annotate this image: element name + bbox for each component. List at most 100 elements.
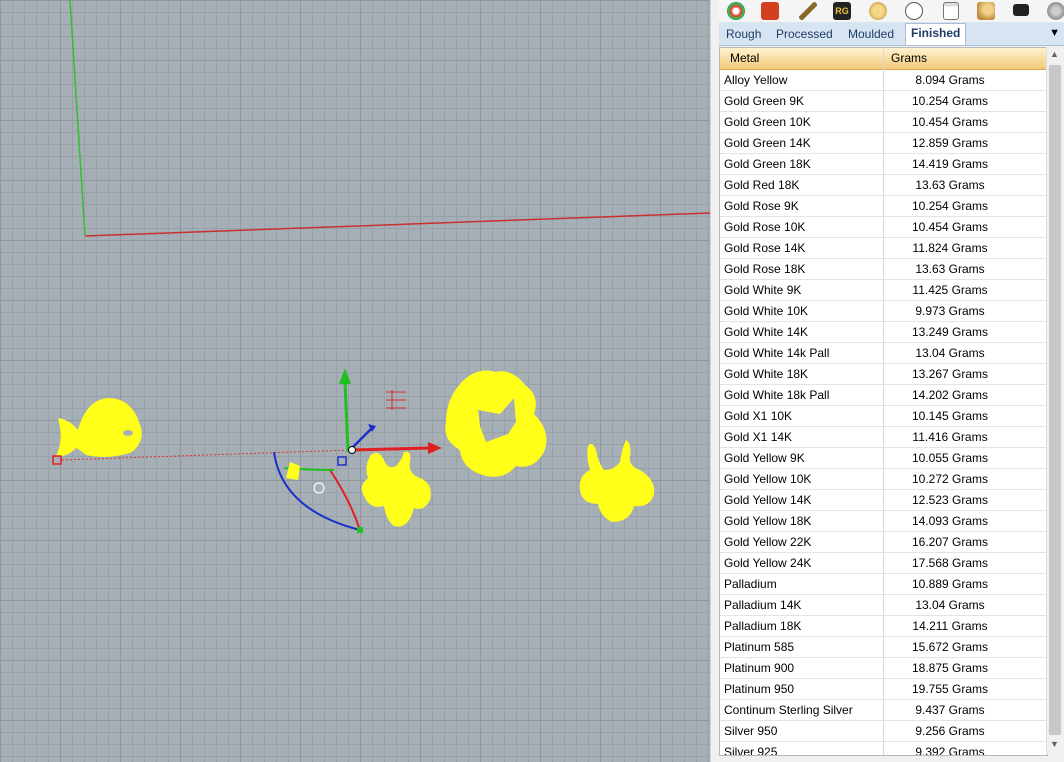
grams-cell: 11.824 Grams: [912, 241, 988, 255]
table-row[interactable]: Palladium 14K 13.04 Grams: [720, 595, 1047, 616]
table-row[interactable]: Gold X1 10K 10.145 Grams: [720, 406, 1047, 427]
table-row[interactable]: Gold White 10K 9.973 Grams: [720, 301, 1047, 322]
metal-cell: Gold Yellow 18K: [724, 514, 812, 528]
scroll-up-arrow-icon[interactable]: ▲: [1050, 49, 1059, 59]
grams-cell: 8.094 Grams: [915, 73, 985, 87]
rg-logo-icon[interactable]: RG: [833, 2, 851, 20]
grams-cell: 13.04 Grams: [915, 598, 985, 612]
metal-cell: Gold Green 10K: [724, 115, 811, 129]
table-row[interactable]: Gold Yellow 24K 17.568 Grams: [720, 553, 1047, 574]
table-row[interactable]: Silver 925 9.392 Grams: [720, 742, 1047, 755]
table-row[interactable]: Gold White 14K 13.249 Grams: [720, 322, 1047, 343]
table-row[interactable]: Gold Rose 9K 10.254 Grams: [720, 196, 1047, 217]
table-row[interactable]: Silver 950 9.256 Grams: [720, 721, 1047, 742]
fish-object[interactable]: [56, 398, 142, 457]
scroll-down-arrow-icon[interactable]: ▼: [1050, 739, 1059, 749]
metal-cell: Gold Rose 10K: [724, 220, 806, 234]
grams-cell: 14.419 Grams: [911, 157, 989, 171]
table-row[interactable]: Gold Green 10K 10.454 Grams: [720, 112, 1047, 133]
metal-cell: Gold Yellow 10K: [724, 472, 812, 486]
scroll-thumb[interactable]: [1049, 65, 1061, 735]
metal-cell: Gold White 14k Pall: [724, 346, 830, 360]
table-row[interactable]: Platinum 900 18.875 Grams: [720, 658, 1047, 679]
table-row[interactable]: Continum Sterling Silver 9.437 Grams: [720, 700, 1047, 721]
metal-cell: Gold Green 18K: [724, 157, 811, 171]
table-row[interactable]: Gold Red 18K 13.63 Grams: [720, 175, 1047, 196]
flower-object-1[interactable]: [361, 451, 431, 527]
metal-cell: Gold Rose 14K: [724, 241, 806, 255]
table-row[interactable]: Gold Yellow 22K 16.207 Grams: [720, 532, 1047, 553]
table-row[interactable]: Platinum 950 19.755 Grams: [720, 679, 1047, 700]
grams-cell: 11.416 Grams: [912, 430, 988, 444]
tab-finished[interactable]: Finished: [905, 23, 967, 45]
tab-menu-arrow-icon[interactable]: ▼: [1049, 27, 1060, 39]
grams-cell: 10.145 Grams: [911, 409, 989, 423]
gem-icon[interactable]: [869, 2, 887, 20]
table-row[interactable]: Gold Yellow 18K 14.093 Grams: [720, 511, 1047, 532]
metal-table: Metal Grams Alloy Yellow 8.094 Grams Gold …: [719, 47, 1048, 756]
table-row[interactable]: Gold White 9K 11.425 Grams: [720, 280, 1047, 301]
table-row[interactable]: Palladium 18K 14.211 Grams: [720, 616, 1047, 637]
table-row[interactable]: Palladium 10.889 Grams: [720, 574, 1047, 595]
monitor-icon[interactable]: [1013, 4, 1029, 16]
tab-processed[interactable]: Processed: [771, 25, 838, 43]
flower-object-3[interactable]: [579, 440, 655, 522]
table-row[interactable]: Gold Green 18K 14.419 Grams: [720, 154, 1047, 175]
metal-cell: Platinum 585: [724, 640, 795, 654]
metal-cell: Gold White 14K: [724, 325, 809, 339]
metal-cell: Gold White 9K: [724, 283, 802, 297]
table-row[interactable]: Gold Rose 14K 11.824 Grams: [720, 238, 1047, 259]
grams-cell: 13.267 Grams: [911, 367, 989, 381]
tab-rough[interactable]: Rough: [721, 25, 766, 43]
clock-icon[interactable]: [905, 2, 923, 20]
table-row[interactable]: Gold X1 14K 11.416 Grams: [720, 427, 1047, 448]
world-y-axis: [69, 0, 86, 237]
table-row[interactable]: Gold Green 9K 10.254 Grams: [720, 91, 1047, 112]
color-wheel-icon[interactable]: [727, 2, 745, 20]
table-row[interactable]: Gold Yellow 9K 10.055 Grams: [720, 448, 1047, 469]
grams-cell: 9.437 Grams: [915, 703, 985, 717]
grams-cell: 17.568 Grams: [911, 556, 989, 570]
table-row[interactable]: Alloy Yellow 8.094 Grams: [720, 70, 1047, 91]
material-icon[interactable]: [977, 2, 995, 20]
table-row[interactable]: Gold Green 14K 12.859 Grams: [720, 133, 1047, 154]
tab-moulded[interactable]: Moulded: [843, 25, 899, 43]
grams-cell: 10.889 Grams: [911, 577, 989, 591]
table-row[interactable]: Gold White 18K 13.267 Grams: [720, 364, 1047, 385]
metal-cell: Gold White 18k Pall: [724, 388, 830, 402]
world-x-axis: [84, 212, 710, 237]
grams-cell: 12.859 Grams: [911, 136, 989, 150]
metal-cell: Gold Green 14K: [724, 136, 811, 150]
table-row[interactable]: Gold Rose 18K 13.63 Grams: [720, 259, 1047, 280]
column-header-metal[interactable]: Metal: [730, 48, 759, 69]
column-header-grams[interactable]: Grams: [891, 48, 927, 69]
grams-cell: 13.04 Grams: [915, 346, 985, 360]
3d-viewport[interactable]: [0, 0, 710, 762]
table-row[interactable]: Platinum 585 15.672 Grams: [720, 637, 1047, 658]
paint-bucket-icon[interactable]: [761, 2, 779, 20]
table-row[interactable]: Gold Yellow 14K 12.523 Grams: [720, 490, 1047, 511]
metal-cell: Silver 950: [724, 724, 778, 738]
table-row[interactable]: Gold White 14k Pall 13.04 Grams: [720, 343, 1047, 364]
settings-icon[interactable]: [1047, 2, 1064, 20]
grams-cell: 15.672 Grams: [911, 640, 989, 654]
pen-tool-icon[interactable]: [799, 2, 817, 20]
grams-cell: 14.093 Grams: [911, 514, 989, 528]
metal-cell: Gold Yellow 14K: [724, 493, 812, 507]
tab-strip: Rough Processed Moulded Finished ▼: [719, 22, 1064, 46]
metal-cell: Alloy Yellow: [724, 73, 788, 87]
grams-cell: 10.272 Grams: [911, 472, 989, 486]
grams-cell: 10.454 Grams: [911, 115, 989, 129]
metal-cell: Gold Yellow 24K: [724, 556, 812, 570]
fish-eye: [123, 430, 133, 436]
table-row[interactable]: Gold Rose 10K 10.454 Grams: [720, 217, 1047, 238]
flower-object-2[interactable]: [445, 370, 547, 477]
grams-cell: 10.454 Grams: [911, 220, 989, 234]
grams-cell: 13.63 Grams: [915, 262, 985, 276]
metal-cell: Gold Rose 18K: [724, 262, 806, 276]
start-point-handle[interactable]: [52, 455, 62, 465]
table-row[interactable]: Gold White 18k Pall 14.202 Grams: [720, 385, 1047, 406]
table-scrollbar[interactable]: ▲ ▼: [1046, 47, 1064, 754]
table-row[interactable]: Gold Yellow 10K 10.272 Grams: [720, 469, 1047, 490]
trash-icon[interactable]: [943, 2, 959, 20]
